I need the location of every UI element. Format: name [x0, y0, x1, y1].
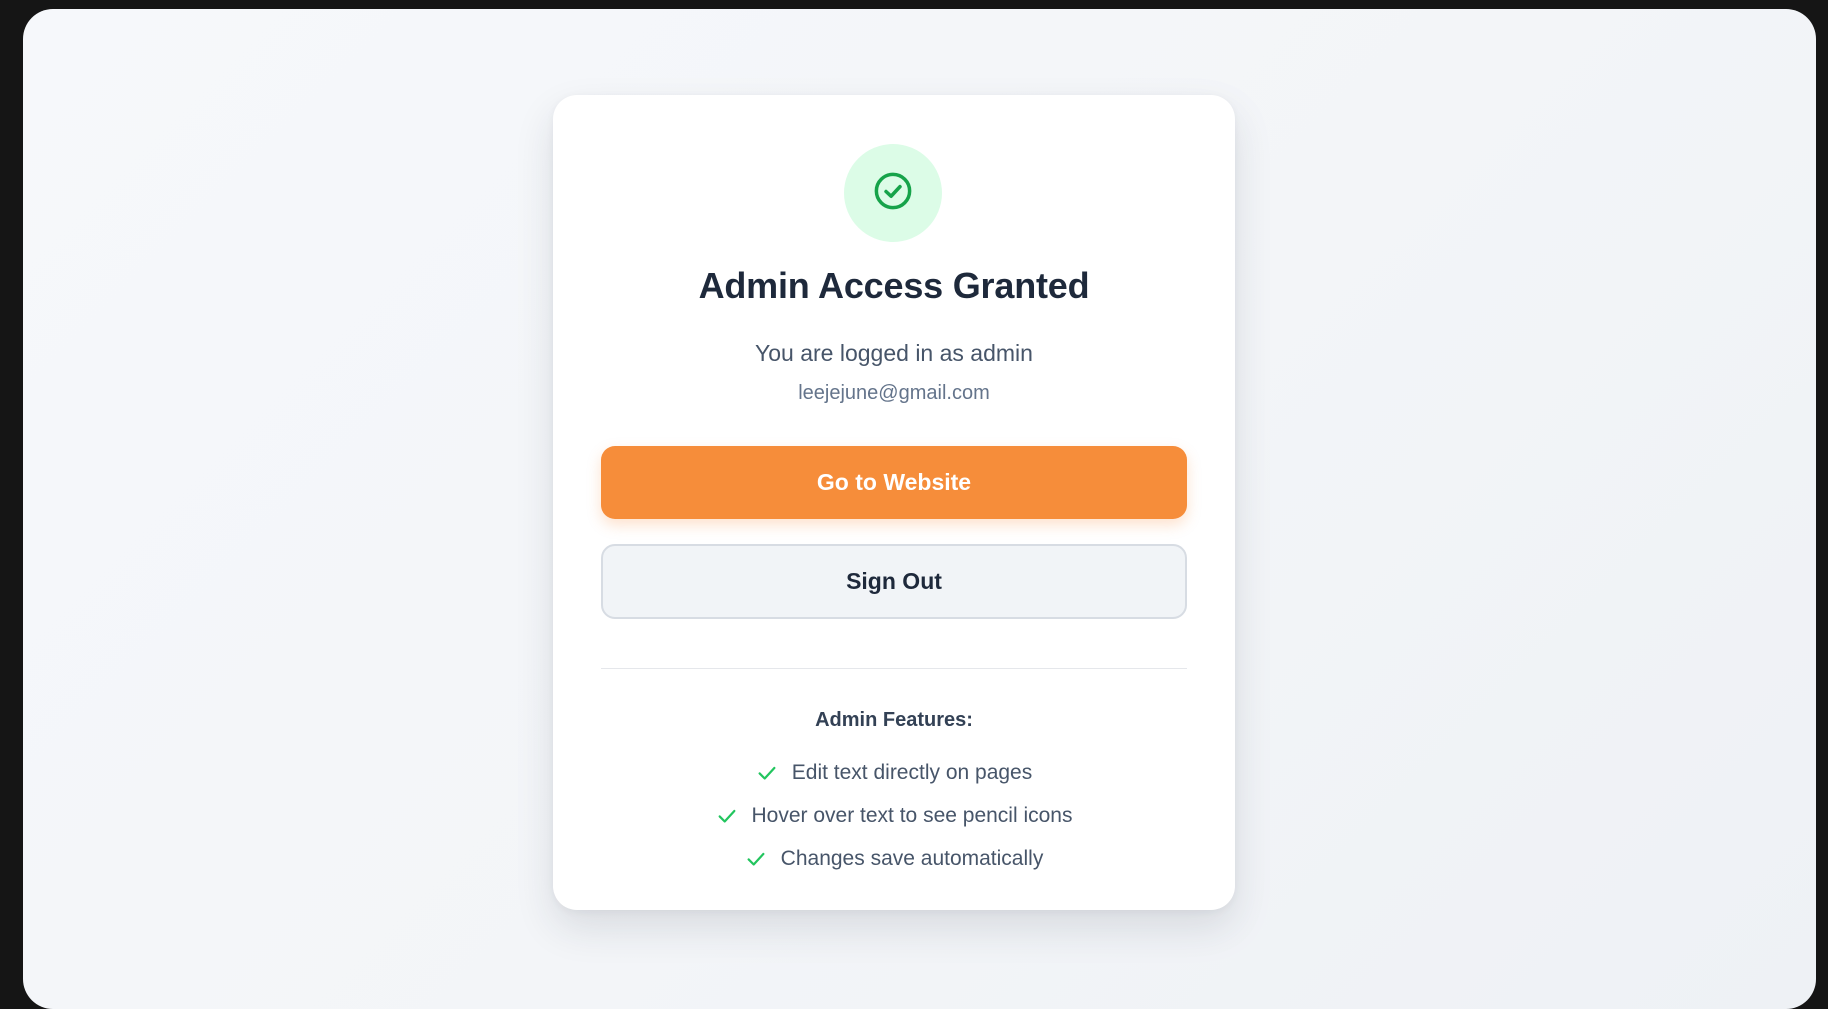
success-badge — [844, 144, 942, 242]
feature-label: Changes save automatically — [780, 846, 1044, 870]
page-title: Admin Access Granted — [698, 265, 1090, 306]
go-to-website-button[interactable]: Go to Website — [601, 446, 1187, 519]
sign-out-button[interactable]: Sign Out — [601, 544, 1187, 619]
check-icon — [716, 805, 738, 827]
user-email: leejejune@gmail.com — [798, 382, 990, 404]
features-heading: Admin Features: — [815, 709, 973, 731]
feature-label: Edit text directly on pages — [791, 760, 1033, 784]
feature-label: Hover over text to see pencil icons — [751, 803, 1073, 827]
feature-item: Edit text directly on pages — [553, 751, 1235, 794]
divider — [601, 668, 1187, 669]
feature-item: Hover over text to see pencil icons — [553, 794, 1235, 837]
check-icon — [756, 762, 778, 784]
feature-item: Changes save automatically — [553, 837, 1235, 880]
login-status-text: You are logged in as admin — [755, 340, 1033, 366]
check-circle-icon — [872, 170, 914, 217]
check-icon — [745, 848, 767, 870]
admin-access-card: Admin Access Granted You are logged in a… — [553, 95, 1235, 910]
features-list: Edit text directly on pages Hover over t… — [553, 751, 1235, 880]
browser-window: Admin Access Granted You are logged in a… — [23, 9, 1816, 1009]
